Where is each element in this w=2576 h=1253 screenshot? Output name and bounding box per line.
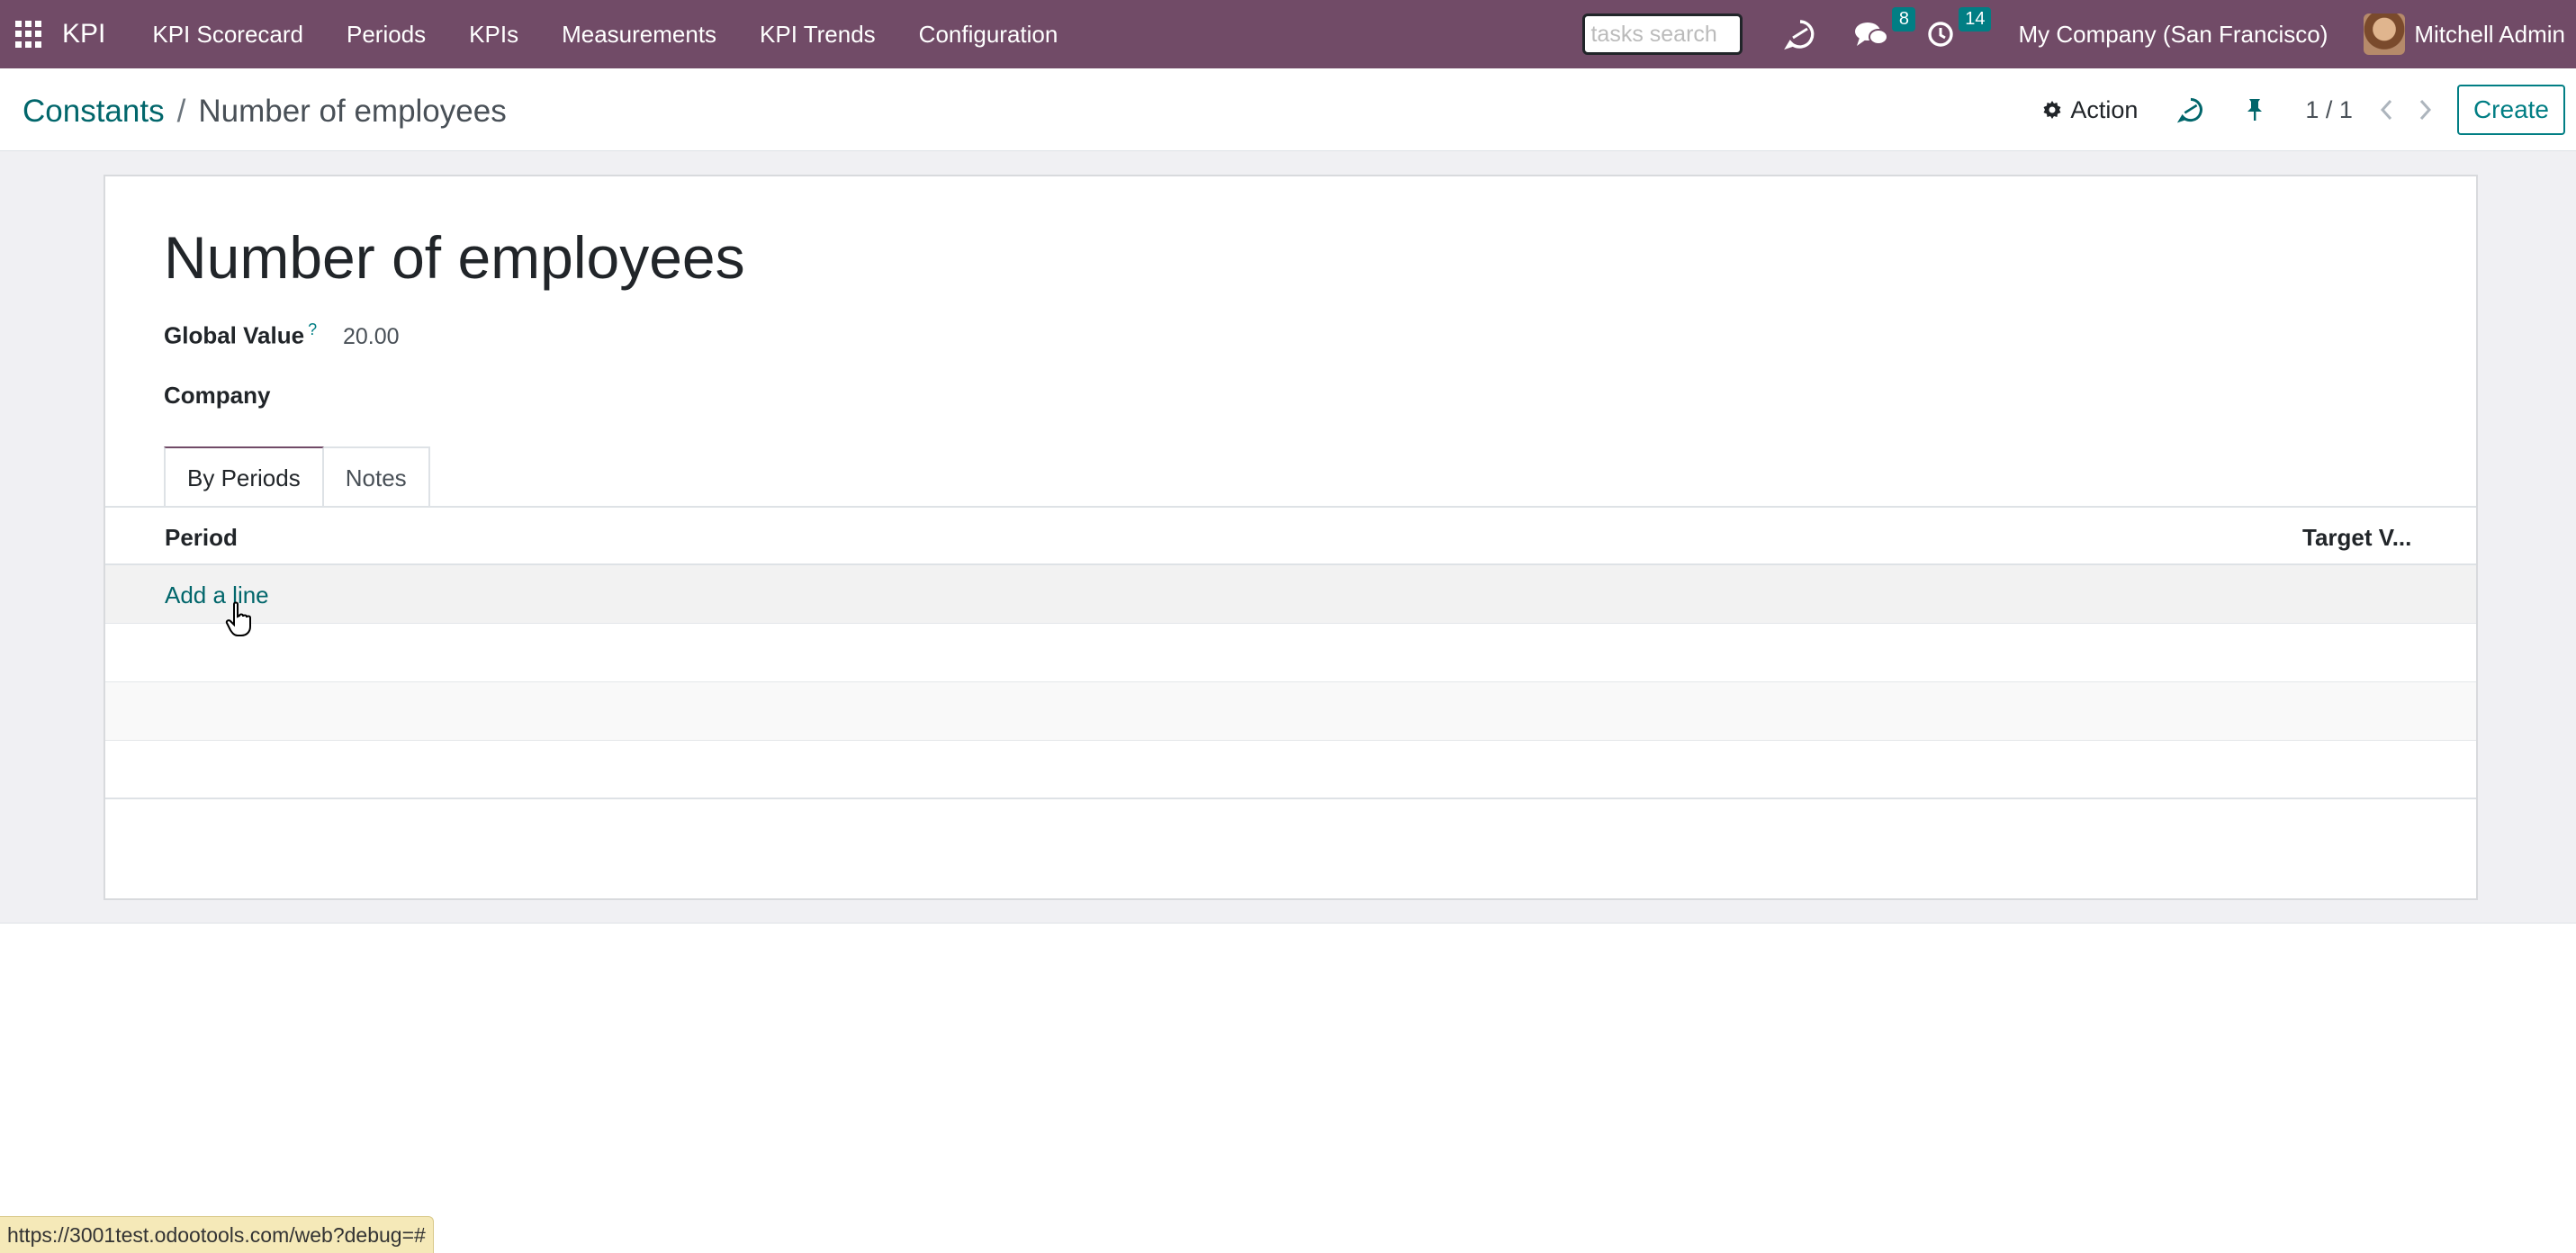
refresh-icon[interactable] xyxy=(2177,96,2204,123)
notebook-tabs: By Periods Notes xyxy=(164,446,430,508)
menu-kpis[interactable]: KPIs xyxy=(447,21,540,49)
hand-cursor-icon xyxy=(225,601,251,636)
menu-configuration[interactable]: Configuration xyxy=(897,21,1080,49)
pager-value[interactable]: 1 / 1 xyxy=(2305,96,2353,124)
column-period[interactable]: Period xyxy=(165,524,238,552)
menu-kpi-trends[interactable]: KPI Trends xyxy=(738,21,897,49)
table-row xyxy=(105,741,2476,799)
record-title[interactable]: Number of employees xyxy=(164,223,745,292)
discuss-icon[interactable] xyxy=(1784,18,1816,50)
user-menu[interactable]: Mitchell Admin xyxy=(2414,21,2565,49)
gear-icon xyxy=(2043,101,2061,119)
menu-measurements[interactable]: Measurements xyxy=(540,21,738,49)
user-avatar[interactable] xyxy=(2364,14,2406,55)
app-brand[interactable]: KPI xyxy=(62,19,105,50)
control-panel: Constants / Number of employees Action 1… xyxy=(0,68,2576,151)
table-row xyxy=(105,682,2476,741)
main-menu: KPI Scorecard Periods KPIs Measurements … xyxy=(131,21,1079,49)
navbar-systray: 8 14 My Company (San Francisco) Mitchell… xyxy=(1582,0,2576,68)
top-navbar: KPI KPI Scorecard Periods KPIs Measureme… xyxy=(0,0,2576,68)
global-value-label-text: Global Value xyxy=(164,321,305,349)
company-switcher[interactable]: My Company (San Francisco) xyxy=(2018,21,2328,49)
table-row-add-line: Add a line xyxy=(105,565,2476,624)
breadcrumb: Constants / Number of employees xyxy=(23,94,507,130)
breadcrumb-current: Number of employees xyxy=(198,94,507,129)
column-target-value[interactable]: Target V... xyxy=(2302,524,2411,552)
create-button[interactable]: Create xyxy=(2456,85,2565,135)
status-bar-url: https://3001test.odootools.com/web?debug… xyxy=(0,1216,434,1253)
company-label: Company xyxy=(164,382,271,409)
breadcrumb-constants[interactable]: Constants xyxy=(23,94,165,130)
action-label: Action xyxy=(2070,95,2139,123)
table-row xyxy=(105,624,2476,682)
messages-badge: 8 xyxy=(1892,7,1916,32)
help-tooltip-icon[interactable]: ? xyxy=(308,320,317,338)
tab-notes[interactable]: Notes xyxy=(323,446,430,508)
apps-grid-icon[interactable] xyxy=(15,21,42,48)
global-value-label: Global Value? xyxy=(164,320,317,350)
activities-badge: 14 xyxy=(1959,7,1992,32)
breadcrumb-separator: / xyxy=(176,94,186,129)
periods-table-header: Period Target V... xyxy=(105,508,2476,565)
form-sheet: Number of employees Global Value? 20.00 … xyxy=(104,175,2478,900)
menu-periods[interactable]: Periods xyxy=(325,21,447,49)
chevron-right-icon[interactable] xyxy=(2418,98,2434,122)
action-button[interactable]: Action xyxy=(2041,96,2138,124)
tasks-search-input[interactable] xyxy=(1582,14,1743,55)
activities-icon[interactable]: 14 xyxy=(1926,7,1992,49)
tab-by-periods[interactable]: By Periods xyxy=(164,446,324,508)
control-panel-actions: Action 1 / 1 Create xyxy=(2041,68,2576,151)
chevron-left-icon[interactable] xyxy=(2378,98,2394,122)
pin-icon[interactable] xyxy=(2244,97,2265,122)
table-bottom-border xyxy=(105,798,2476,799)
global-value-field[interactable]: 20.00 xyxy=(343,324,400,350)
messages-icon[interactable]: 8 xyxy=(1854,7,1916,49)
menu-kpi-scorecard[interactable]: KPI Scorecard xyxy=(131,21,325,49)
